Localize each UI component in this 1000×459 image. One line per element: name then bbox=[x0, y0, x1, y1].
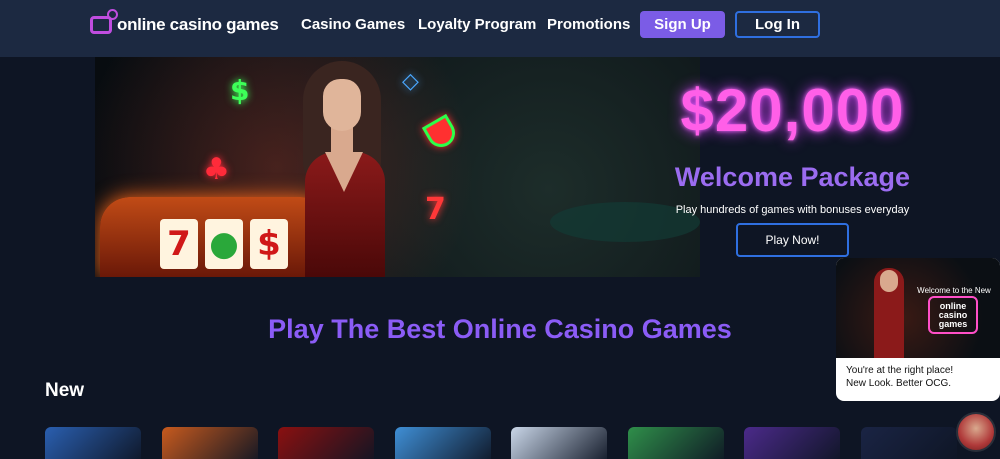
play-now-button[interactable]: Play Now! bbox=[736, 223, 849, 257]
game-tile[interactable] bbox=[278, 427, 374, 459]
hero-amount: $20,000 bbox=[680, 77, 905, 144]
chat-avatar-button[interactable] bbox=[956, 412, 996, 452]
welcome-popup[interactable]: Welcome to the New online casino games Y… bbox=[836, 258, 1000, 401]
game-tile[interactable] bbox=[628, 427, 724, 459]
game-tile[interactable] bbox=[861, 427, 957, 459]
new-games-heading: New bbox=[45, 380, 85, 401]
slot-reel-dollar-icon: $ bbox=[250, 219, 288, 269]
game-tile[interactable] bbox=[511, 427, 607, 459]
game-tile[interactable] bbox=[45, 427, 141, 459]
site-header: online casino games Casino Games Loyalty… bbox=[0, 0, 1000, 57]
hero-banner-image: $ ◇ 7 ♣ 7 ● $ bbox=[95, 57, 700, 277]
logo-icon bbox=[90, 9, 118, 34]
neon-seven-icon: 7 bbox=[425, 192, 446, 227]
hero-subtitle: Welcome Package bbox=[674, 162, 911, 192]
nav-casino-games[interactable]: Casino Games bbox=[301, 16, 405, 33]
popup-line-1: You're at the right place! bbox=[846, 365, 954, 376]
neon-cherry-icon: ♣ bbox=[203, 152, 230, 187]
popup-line-2: New Look. Better OCG. bbox=[846, 378, 952, 389]
popup-model-head bbox=[880, 270, 898, 292]
site-logo[interactable]: online casino games bbox=[90, 9, 279, 38]
neck-shape bbox=[331, 127, 353, 157]
sign-up-button[interactable]: Sign Up bbox=[640, 11, 725, 38]
neon-dollar-icon: $ bbox=[230, 74, 250, 107]
face-shape bbox=[323, 79, 361, 131]
neon-diamond-icon: ◇ bbox=[402, 69, 419, 94]
nav-loyalty-program[interactable]: Loyalty Program bbox=[418, 16, 536, 33]
slot-reel-melon-icon: ● bbox=[205, 219, 243, 269]
log-in-button[interactable]: Log In bbox=[735, 11, 820, 38]
hero-model-illustration bbox=[295, 57, 390, 277]
hero-description: Play hundreds of games with bonuses ever… bbox=[675, 204, 910, 216]
game-tile[interactable] bbox=[162, 427, 258, 459]
slot-reel-seven-icon: 7 bbox=[160, 219, 198, 269]
nav-promotions[interactable]: Promotions bbox=[547, 16, 630, 33]
popup-logo: online casino games bbox=[928, 296, 978, 334]
logo-text: online casino games bbox=[117, 15, 279, 34]
popup-banner-image: Welcome to the New online casino games bbox=[836, 258, 1000, 358]
game-tile[interactable] bbox=[744, 427, 840, 459]
game-tile[interactable] bbox=[395, 427, 491, 459]
popup-welcome-text: Welcome to the New bbox=[917, 286, 991, 295]
